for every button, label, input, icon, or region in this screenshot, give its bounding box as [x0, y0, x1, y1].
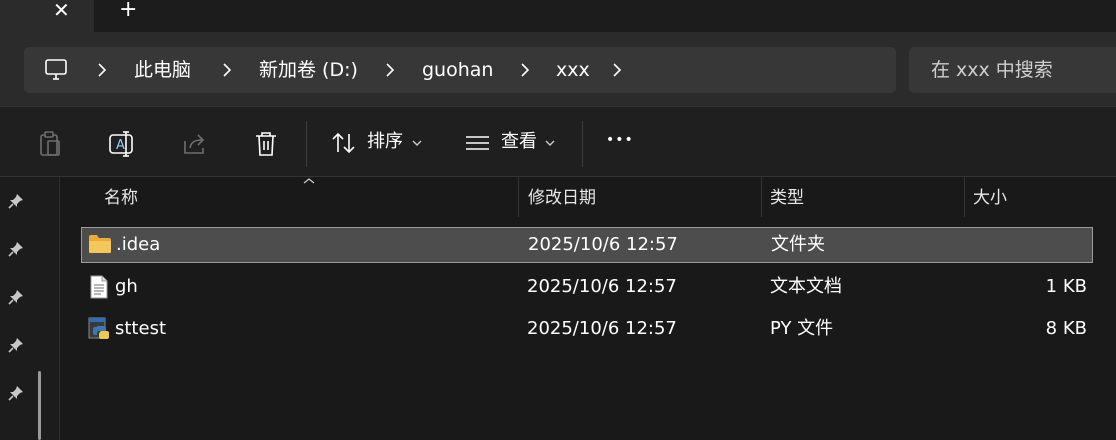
scrollbar-thumb[interactable] — [38, 371, 41, 440]
address-row: 此电脑 新加卷 (D:) guohan xxx 在 xxx 中搜索 — [0, 32, 1116, 106]
navigation-pane — [0, 177, 60, 440]
chevron-down-icon — [545, 140, 555, 146]
file-name: gh — [115, 276, 138, 297]
file-date: 2025/10/6 12:57 — [528, 234, 678, 255]
column-header-type[interactable]: 类型 — [770, 187, 804, 209]
file-date: 2025/10/6 12:57 — [527, 318, 677, 339]
command-bar: A 排序 查看 ••• — [0, 106, 1116, 177]
pin-icon[interactable] — [8, 241, 24, 257]
active-tab[interactable]: ✕ — [0, 0, 94, 32]
sort-icon — [332, 132, 355, 154]
sort-ascending-icon — [303, 178, 315, 184]
file-date: 2025/10/6 12:57 — [527, 276, 677, 297]
view-icon — [466, 136, 489, 150]
breadcrumb-guohan[interactable]: guohan — [422, 59, 493, 81]
file-type: 文本文档 — [770, 276, 842, 297]
sort-label: 排序 — [367, 131, 403, 152]
this-pc-icon[interactable] — [44, 59, 68, 81]
view-label: 查看 — [501, 131, 537, 152]
share-icon[interactable] — [182, 131, 208, 157]
more-options-icon[interactable]: ••• — [606, 129, 634, 151]
pin-icon[interactable] — [8, 289, 24, 305]
address-bar[interactable]: 此电脑 新加卷 (D:) guohan xxx — [24, 47, 896, 93]
column-header-name[interactable]: 名称 — [104, 187, 138, 209]
chevron-right-icon[interactable] — [96, 60, 108, 80]
pin-icon[interactable] — [8, 385, 24, 401]
column-divider[interactable] — [761, 177, 762, 217]
column-header-size[interactable]: 大小 — [973, 187, 1007, 209]
toolbar-divider — [306, 121, 307, 167]
column-header-date[interactable]: 修改日期 — [528, 187, 596, 209]
svg-text:A: A — [116, 138, 125, 153]
chevron-right-icon[interactable] — [519, 60, 531, 80]
chevron-right-icon[interactable] — [611, 60, 623, 80]
chevron-down-icon — [412, 140, 422, 146]
chevron-right-icon[interactable] — [384, 60, 396, 80]
file-size: 1 KB — [1045, 276, 1087, 297]
column-divider[interactable] — [518, 177, 519, 217]
rename-icon[interactable]: A — [108, 131, 136, 157]
toolbar-divider — [582, 121, 583, 167]
new-tab-icon[interactable]: + — [119, 0, 137, 21]
file-size: 8 KB — [1045, 318, 1087, 339]
file-list: 名称 修改日期 类型 大小 .idea 2025/10/6 12:57 文件夹 … — [60, 177, 1116, 440]
breadcrumb-this-pc[interactable]: 此电脑 — [134, 59, 191, 81]
breadcrumb-drive-d[interactable]: 新加卷 (D:) — [259, 59, 358, 81]
file-row[interactable]: .idea 2025/10/6 12:57 文件夹 — [81, 227, 1093, 263]
python-file-icon — [88, 317, 109, 339]
search-input[interactable]: 在 xxx 中搜索 — [931, 59, 1053, 81]
pin-icon[interactable] — [8, 337, 24, 353]
search-box[interactable]: 在 xxx 中搜索 — [909, 47, 1116, 93]
paste-icon[interactable] — [38, 131, 62, 157]
file-row[interactable]: sttest 2025/10/6 12:57 PY 文件 8 KB — [81, 312, 1093, 348]
delete-icon[interactable] — [254, 131, 278, 157]
file-type: 文件夹 — [771, 234, 825, 255]
file-name: .idea — [116, 234, 161, 255]
text-file-icon — [90, 275, 108, 299]
pin-icon[interactable] — [8, 193, 24, 209]
close-tab-icon[interactable]: ✕ — [53, 0, 70, 20]
file-type: PY 文件 — [770, 318, 834, 339]
tab-strip: ✕ + — [0, 0, 1116, 32]
file-row[interactable]: gh 2025/10/6 12:57 文本文档 1 KB — [81, 270, 1093, 306]
folder-icon — [89, 235, 111, 253]
column-divider[interactable] — [964, 177, 965, 217]
file-name: sttest — [115, 318, 167, 339]
breadcrumb-xxx[interactable]: xxx — [556, 59, 590, 81]
chevron-right-icon[interactable] — [221, 60, 233, 80]
